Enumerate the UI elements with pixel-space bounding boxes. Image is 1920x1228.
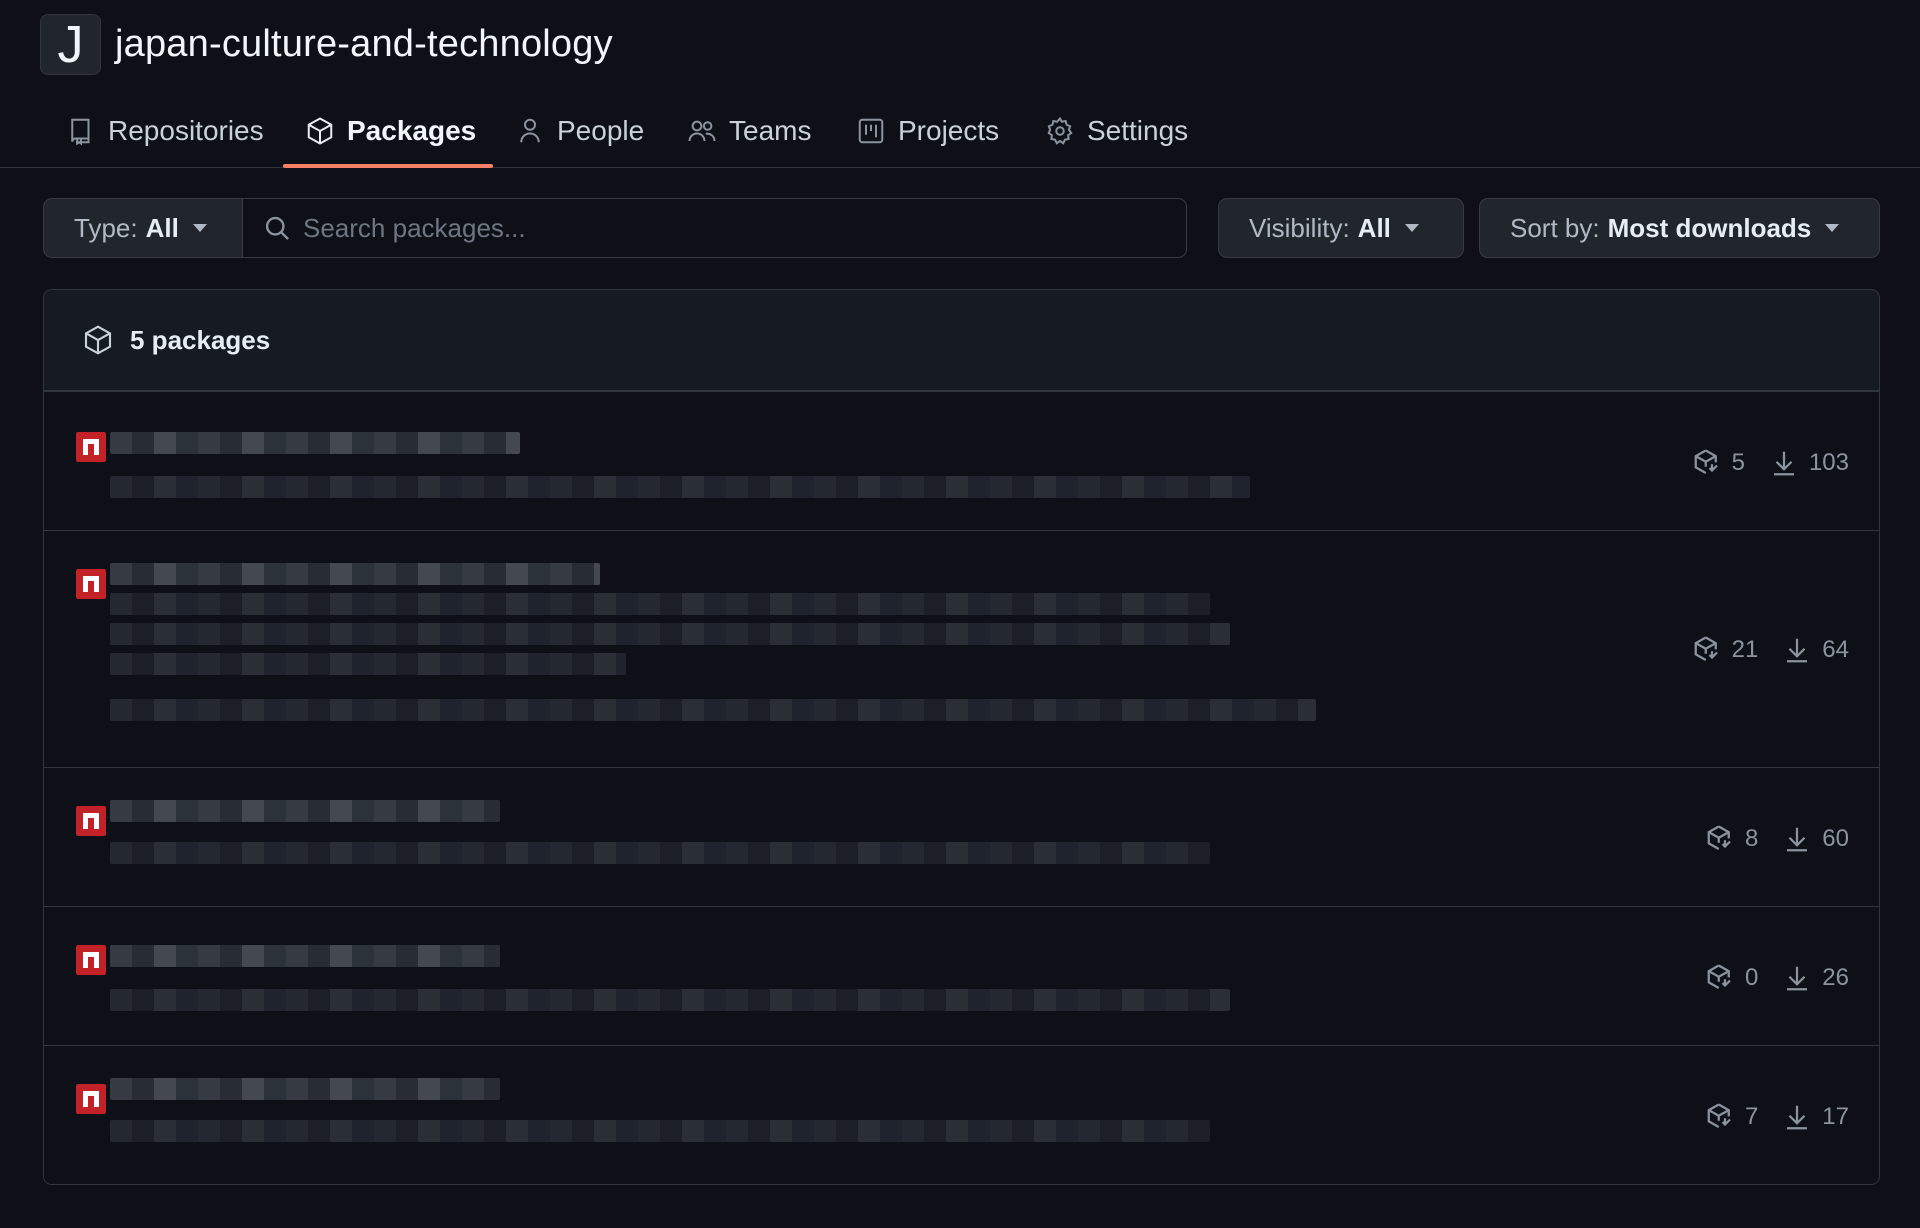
package-row[interactable]: 0 26	[44, 906, 1879, 1045]
sort-value: Most downloads	[1607, 212, 1812, 243]
tab-teams[interactable]: Teams	[687, 94, 811, 168]
packages-count: 5 packages	[130, 324, 271, 355]
package-dependents-icon	[1707, 1103, 1731, 1128]
versions-count: 5	[1731, 449, 1745, 476]
tab-people[interactable]: People	[515, 94, 644, 168]
npm-icon	[76, 569, 106, 599]
tab-repositories[interactable]: Repositories	[66, 94, 264, 168]
chevron-down-icon	[1825, 224, 1840, 232]
visibility-filter-label: Visibility:	[1249, 212, 1350, 243]
package-row[interactable]: 21 64	[44, 530, 1879, 767]
package-description-redacted	[110, 623, 1230, 645]
package-stats: 0 26	[1705, 963, 1849, 993]
tab-projects[interactable]: Projects	[856, 94, 999, 168]
package-name-redacted[interactable]	[110, 432, 520, 454]
package-description-redacted	[110, 476, 1250, 498]
packages-list: 5 packages 5 103 21 64 8 60 0 26 7 17	[43, 289, 1880, 1185]
org-avatar[interactable]: J	[40, 14, 101, 75]
package-description-redacted	[110, 699, 1316, 721]
package-description-redacted	[110, 989, 1230, 1011]
package-row[interactable]: 5 103	[44, 391, 1879, 530]
org-name[interactable]: japan-culture-and-technology	[115, 23, 613, 66]
org-nav-tabs: Repositories Packages People Teams Proje…	[0, 94, 1920, 168]
tab-label: Repositories	[108, 115, 264, 146]
package-description-redacted	[110, 1120, 1210, 1142]
versions-count: 21	[1731, 636, 1759, 663]
download-icon	[1787, 966, 1808, 991]
package-dependents-icon	[1707, 825, 1731, 850]
downloads-count: 103	[1808, 449, 1849, 476]
visibility-filter-value: All	[1357, 212, 1391, 243]
package-stats: 8 60	[1705, 824, 1849, 854]
package-stats: 7 17	[1705, 1102, 1849, 1132]
package-description-redacted	[110, 653, 626, 675]
chevron-down-icon	[192, 224, 207, 232]
chevron-down-icon	[1404, 224, 1419, 232]
package-dependents-icon	[1694, 636, 1718, 661]
tab-settings[interactable]: Settings	[1045, 94, 1188, 168]
tab-label: People	[557, 115, 645, 146]
versions-count: 8	[1744, 825, 1759, 852]
search-icon	[265, 216, 289, 240]
package-name-redacted[interactable]	[110, 1078, 500, 1100]
package-dependents-icon	[1707, 964, 1731, 989]
downloads-count: 60	[1822, 825, 1849, 852]
tab-label: Teams	[729, 115, 812, 146]
people-icon	[688, 120, 716, 142]
org-header: J japan-culture-and-technology	[40, 14, 613, 75]
person-icon	[520, 118, 540, 143]
download-icon	[1787, 827, 1808, 852]
tab-label: Settings	[1087, 115, 1189, 146]
package-stats: 21 64	[1692, 635, 1849, 665]
gear-icon	[1047, 116, 1073, 145]
npm-icon	[76, 945, 106, 975]
package-stats: 5 103	[1692, 448, 1849, 478]
tab-label: Projects	[898, 115, 1000, 146]
package-name-redacted[interactable]	[110, 563, 600, 585]
package-icon	[84, 325, 112, 355]
download-icon	[1787, 1105, 1808, 1130]
versions-count: 0	[1744, 964, 1759, 991]
package-description-redacted	[110, 593, 1210, 615]
type-filter-button[interactable]: Type: All	[43, 198, 243, 258]
visibility-filter-button[interactable]: Visibility: All	[1218, 198, 1464, 258]
active-tab-underline	[283, 164, 493, 168]
type-filter-value: All	[145, 212, 179, 243]
package-name-redacted[interactable]	[110, 945, 500, 967]
package-description-redacted	[110, 842, 1210, 864]
package-dependents-icon	[1694, 449, 1718, 474]
downloads-count: 26	[1822, 964, 1849, 991]
sort-label: Sort by:	[1510, 212, 1600, 243]
project-icon	[858, 118, 884, 144]
search-input[interactable]	[303, 212, 1153, 244]
tab-packages[interactable]: Packages	[305, 94, 476, 168]
package-row[interactable]: 8 60	[44, 767, 1879, 906]
repo-icon	[71, 118, 90, 146]
tab-label: Packages	[347, 115, 477, 146]
download-icon	[1773, 451, 1794, 476]
versions-count: 7	[1744, 1103, 1759, 1130]
npm-icon	[76, 432, 106, 462]
downloads-count: 17	[1822, 1103, 1849, 1130]
npm-icon	[76, 806, 106, 836]
search-box	[243, 198, 1187, 258]
packages-header: 5 packages	[44, 290, 1879, 391]
package-icon	[307, 117, 333, 145]
npm-icon	[76, 1084, 106, 1114]
download-icon	[1787, 638, 1808, 663]
sort-button[interactable]: Sort by: Most downloads	[1479, 198, 1880, 258]
package-row[interactable]: 7 17	[44, 1045, 1879, 1184]
downloads-count: 64	[1822, 636, 1849, 663]
package-name-redacted[interactable]	[110, 800, 500, 822]
type-filter-label: Type:	[74, 212, 138, 243]
